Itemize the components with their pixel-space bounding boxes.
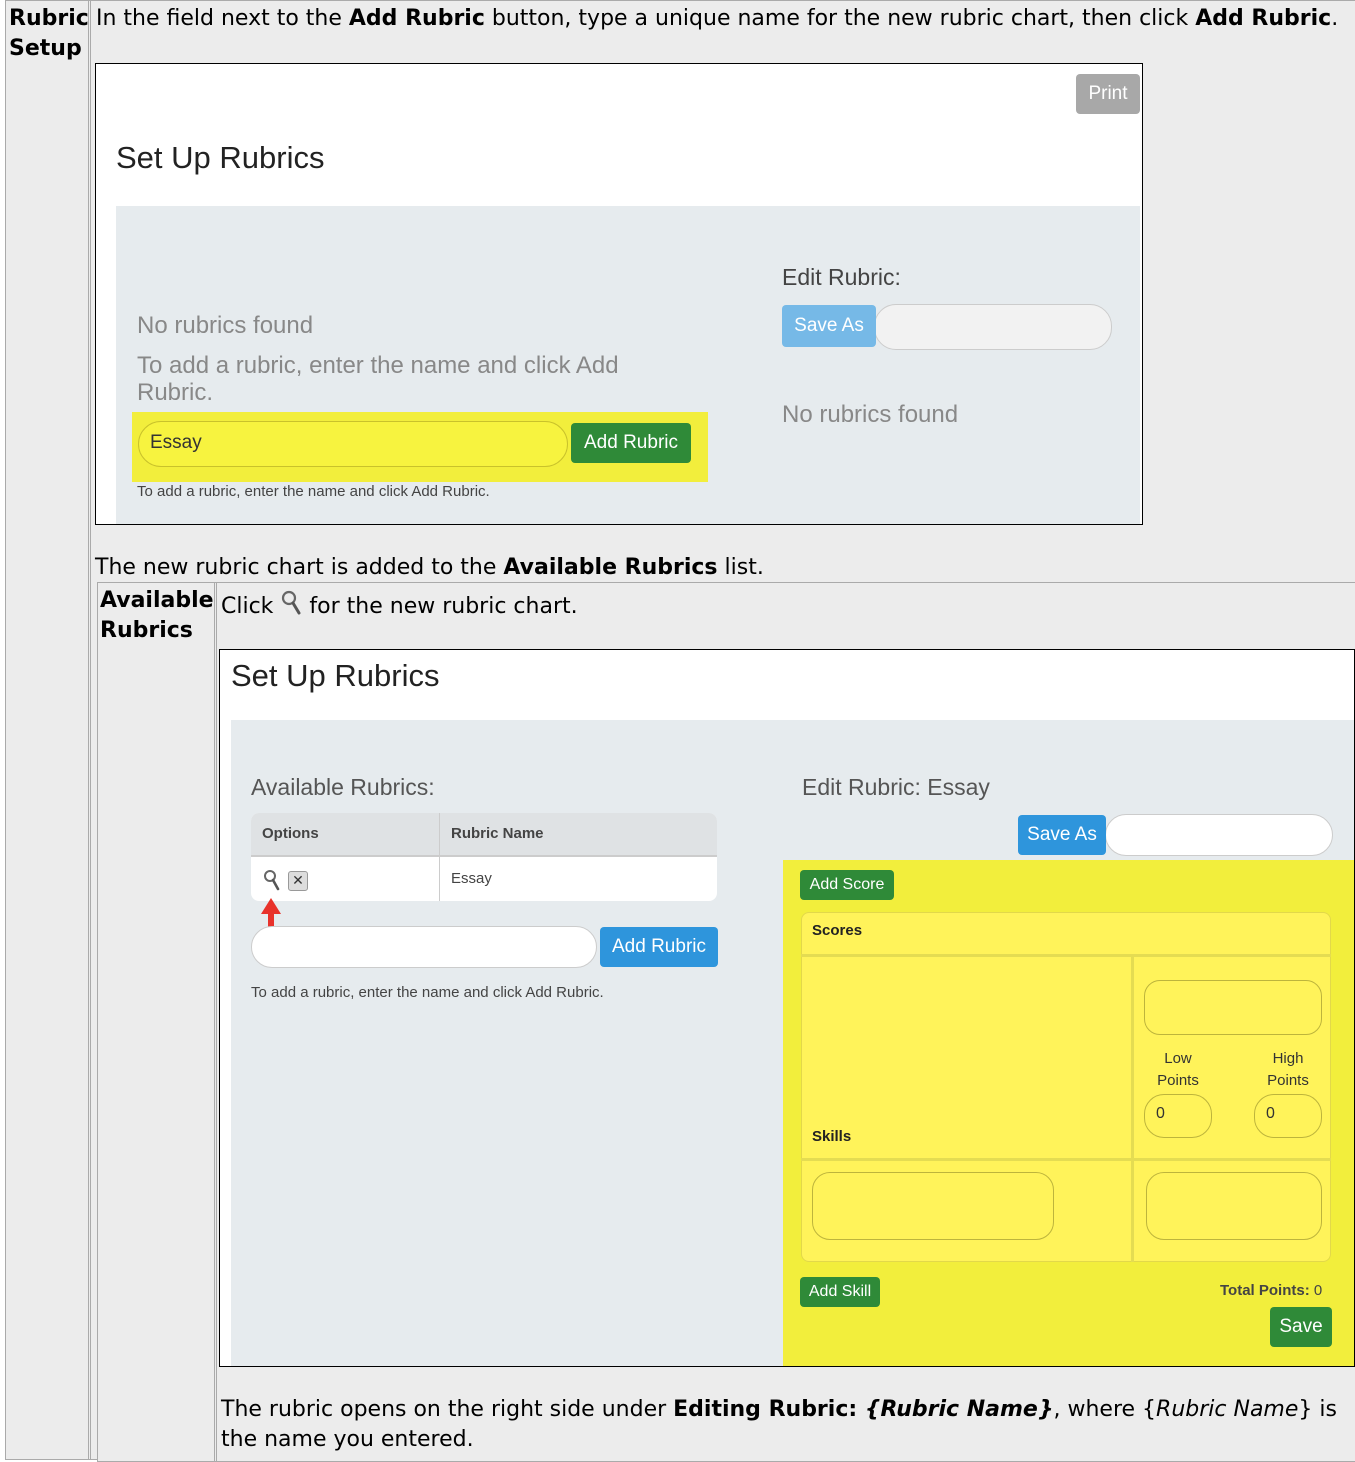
column-header-rubric-name: Rubric Name xyxy=(451,825,544,842)
heading-line: Rubric xyxy=(9,6,89,31)
skill-name-input[interactable] xyxy=(812,1172,1054,1240)
edit-rubric-label: Edit Rubric: Essay xyxy=(802,774,990,800)
rubrics-table: Options Rubric Name ✕ Essay xyxy=(251,813,717,901)
screenshot-available-rubrics: Set Up Rubrics Available Rubrics: Option… xyxy=(219,649,1355,1367)
no-rubrics-text: No rubrics found xyxy=(137,312,314,339)
scores-label: Scores xyxy=(812,922,863,939)
right-no-rubrics-text: No rubrics found xyxy=(782,401,959,428)
heading-line: Rubrics xyxy=(100,618,193,643)
screenshot-add-rubric: Print Set Up Rubrics No rubrics found To… xyxy=(95,63,1143,525)
add-rubric-button[interactable]: Add Rubric xyxy=(600,927,718,967)
outer-header-cell xyxy=(5,0,91,1460)
new-rubric-input[interactable] xyxy=(251,926,597,968)
add-skill-button[interactable]: Add Skill xyxy=(800,1277,880,1307)
high-points-value: 0 xyxy=(1266,1105,1275,1122)
high-points-label: High Points xyxy=(1267,1050,1309,1089)
add-rubric-hint: To add a rubric, enter the name and clic… xyxy=(137,352,619,406)
add-score-button[interactable]: Add Score xyxy=(800,870,894,900)
available-rubrics-instruction: Click for the new rubric chart. xyxy=(221,590,578,622)
save-as-input[interactable] xyxy=(874,304,1112,350)
save-button[interactable]: Save xyxy=(1270,1307,1332,1347)
print-button[interactable]: Print xyxy=(1076,74,1140,114)
score-name-input[interactable] xyxy=(1144,980,1322,1035)
add-rubric-button[interactable]: Add Rubric xyxy=(571,423,691,463)
column-header-options: Options xyxy=(262,825,319,842)
small-hint: To add a rubric, enter the name and clic… xyxy=(137,483,490,500)
heading-line: Available xyxy=(100,588,214,613)
after-add-text: The new rubric chart is added to the Ava… xyxy=(95,555,764,580)
total-points: Total Points: 0 xyxy=(1220,1282,1323,1299)
small-hint: To add a rubric, enter the name and clic… xyxy=(251,984,604,1001)
edit-rubric-label: Edit Rubric: xyxy=(782,264,901,290)
magnifier-icon xyxy=(282,590,301,615)
rubric-setup-instruction: In the field next to the Add Rubric butt… xyxy=(96,6,1339,31)
high-points-input[interactable] xyxy=(1254,1094,1322,1138)
rubric-name-cell: Essay xyxy=(451,870,492,887)
grid-divider xyxy=(801,954,1331,957)
inner-header-cell xyxy=(97,582,217,1462)
rubric-setup-heading: Rubric Setup xyxy=(9,4,89,64)
skills-label: Skills xyxy=(812,1128,852,1145)
low-points-input[interactable] xyxy=(1144,1094,1212,1138)
delete-icon[interactable]: ✕ xyxy=(288,871,308,891)
page-title: Set Up Rubrics xyxy=(116,140,325,175)
skill-score-input[interactable] xyxy=(1146,1172,1322,1240)
available-rubrics-heading: Available Rubrics xyxy=(100,586,214,646)
closing-text: The rubric opens on the right side under… xyxy=(221,1397,1337,1452)
rubric-name-input[interactable] xyxy=(138,421,568,467)
heading-line: Setup xyxy=(9,36,82,61)
low-points-value: 0 xyxy=(1156,1105,1165,1122)
grid-divider xyxy=(1131,956,1134,1262)
rubric-name-value: Essay xyxy=(150,432,202,453)
low-points-label: Low Points xyxy=(1157,1050,1199,1089)
available-rubrics-label: Available Rubrics: xyxy=(251,774,435,800)
save-as-button[interactable]: Save As xyxy=(1018,815,1106,855)
page-title: Set Up Rubrics xyxy=(231,658,440,693)
save-as-button[interactable]: Save As xyxy=(782,305,876,347)
save-as-input[interactable] xyxy=(1105,814,1333,856)
column-divider xyxy=(439,813,440,901)
grid-divider xyxy=(801,1158,1331,1161)
magnifier-icon[interactable] xyxy=(262,869,282,893)
